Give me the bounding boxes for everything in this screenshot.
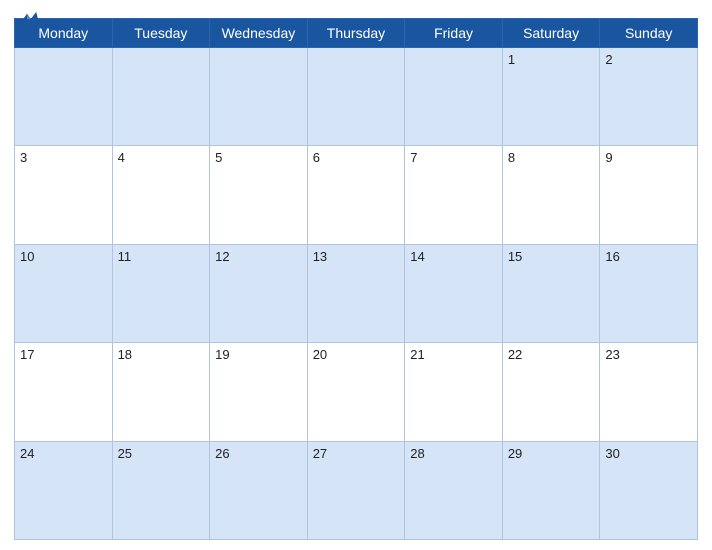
- calendar-day-4: 4: [112, 146, 210, 244]
- day-number: 22: [508, 347, 522, 362]
- day-number: 17: [20, 347, 34, 362]
- logo: [14, 10, 45, 30]
- calendar-day-25: 25: [112, 441, 210, 539]
- calendar-day-2: 2: [600, 48, 698, 146]
- calendar-header: [14, 10, 698, 14]
- calendar-week-2: 3 4 5 6 7 8 9: [15, 146, 698, 244]
- day-number: 21: [410, 347, 424, 362]
- day-number: 11: [118, 249, 132, 264]
- calendar-day-13: 13: [307, 244, 405, 342]
- day-number: 3: [20, 150, 27, 165]
- empty-cell: [307, 48, 405, 146]
- calendar-day-18: 18: [112, 343, 210, 441]
- day-number: 15: [508, 249, 522, 264]
- calendar-day-24: 24: [15, 441, 113, 539]
- calendar-day-30: 30: [600, 441, 698, 539]
- day-number: 14: [410, 249, 424, 264]
- calendar-day-26: 26: [210, 441, 308, 539]
- calendar-day-29: 29: [502, 441, 600, 539]
- calendar-week-1: 12: [15, 48, 698, 146]
- day-number: 1: [508, 52, 515, 67]
- day-number: 9: [605, 150, 612, 165]
- day-number: 16: [605, 249, 619, 264]
- weekday-friday: Friday: [405, 19, 503, 48]
- day-number: 18: [118, 347, 132, 362]
- calendar-week-3: 10 11 12 13 14 15 16: [15, 244, 698, 342]
- weekday-saturday: Saturday: [502, 19, 600, 48]
- weekday-wednesday: Wednesday: [210, 19, 308, 48]
- calendar-day-22: 22: [502, 343, 600, 441]
- day-number: 7: [410, 150, 417, 165]
- calendar-day-1: 1: [502, 48, 600, 146]
- calendar-day-6: 6: [307, 146, 405, 244]
- day-number: 24: [20, 446, 34, 461]
- calendar-week-4: 17 18 19 20 21 22 23: [15, 343, 698, 441]
- day-number: 28: [410, 446, 424, 461]
- weekday-tuesday: Tuesday: [112, 19, 210, 48]
- calendar-day-12: 12: [210, 244, 308, 342]
- day-number: 27: [313, 446, 327, 461]
- calendar-day-15: 15: [502, 244, 600, 342]
- calendar-day-3: 3: [15, 146, 113, 244]
- calendar-day-28: 28: [405, 441, 503, 539]
- day-number: 4: [118, 150, 125, 165]
- day-number: 26: [215, 446, 229, 461]
- calendar-day-8: 8: [502, 146, 600, 244]
- calendar-day-21: 21: [405, 343, 503, 441]
- calendar-day-19: 19: [210, 343, 308, 441]
- calendar-table: MondayTuesdayWednesdayThursdayFridaySatu…: [14, 18, 698, 540]
- calendar-day-17: 17: [15, 343, 113, 441]
- calendar-day-11: 11: [112, 244, 210, 342]
- day-number: 30: [605, 446, 619, 461]
- day-number: 10: [20, 249, 34, 264]
- calendar-day-16: 16: [600, 244, 698, 342]
- calendar-day-14: 14: [405, 244, 503, 342]
- calendar-day-7: 7: [405, 146, 503, 244]
- calendar-day-10: 10: [15, 244, 113, 342]
- calendar-week-5: 24 25 26 27 28 29 30: [15, 441, 698, 539]
- day-number: 5: [215, 150, 222, 165]
- logo-bird-icon: [14, 10, 42, 30]
- weekday-header-row: MondayTuesdayWednesdayThursdayFridaySatu…: [15, 19, 698, 48]
- calendar-day-5: 5: [210, 146, 308, 244]
- empty-cell: [210, 48, 308, 146]
- empty-cell: [405, 48, 503, 146]
- weekday-thursday: Thursday: [307, 19, 405, 48]
- empty-cell: [112, 48, 210, 146]
- day-number: 19: [215, 347, 229, 362]
- calendar-day-23: 23: [600, 343, 698, 441]
- day-number: 23: [605, 347, 619, 362]
- weekday-sunday: Sunday: [600, 19, 698, 48]
- empty-cell: [15, 48, 113, 146]
- calendar-day-9: 9: [600, 146, 698, 244]
- day-number: 12: [215, 249, 229, 264]
- calendar-day-20: 20: [307, 343, 405, 441]
- day-number: 20: [313, 347, 327, 362]
- day-number: 6: [313, 150, 320, 165]
- day-number: 25: [118, 446, 132, 461]
- day-number: 29: [508, 446, 522, 461]
- day-number: 2: [605, 52, 612, 67]
- day-number: 13: [313, 249, 327, 264]
- day-number: 8: [508, 150, 515, 165]
- calendar-day-27: 27: [307, 441, 405, 539]
